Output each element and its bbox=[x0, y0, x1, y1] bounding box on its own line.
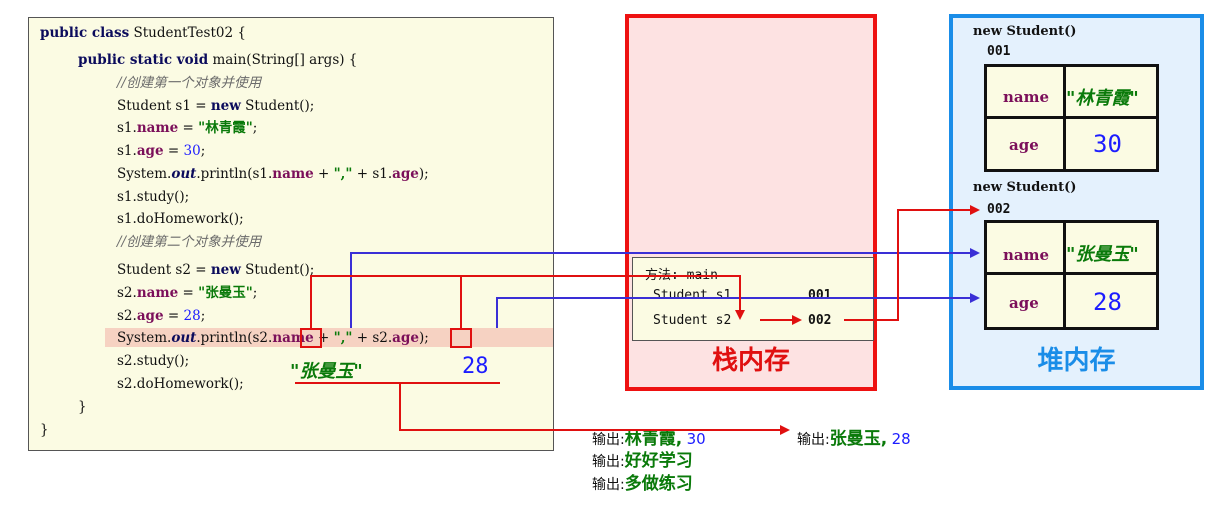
connection-arrows bbox=[295, 205, 980, 435]
arrow-printed-to-console bbox=[399, 383, 790, 435]
arrow-address-to-heap bbox=[844, 205, 980, 321]
arrow-age-to-heap bbox=[496, 293, 980, 328]
arrow-name-to-heap bbox=[350, 248, 980, 328]
arrow-s2-refs-to-stack bbox=[310, 275, 745, 328]
